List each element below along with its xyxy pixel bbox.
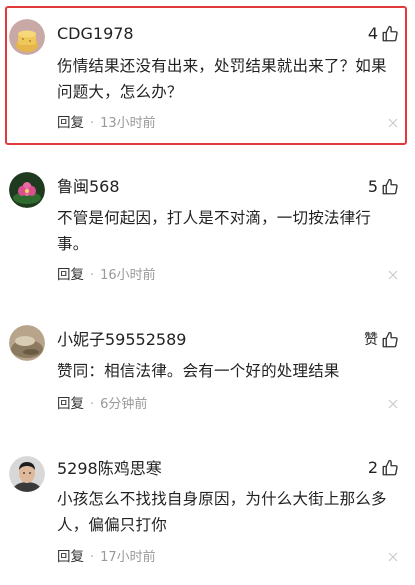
meta-separator: · [90,116,95,131]
like-button[interactable]: 2 [368,458,399,478]
reply-button[interactable]: 回复 [57,396,84,412]
thumbs-up-icon [381,178,399,196]
comment-text: 伤情结果还没有出来，处罚结果就出来了？如果问题大，怎么办？ [57,57,387,101]
comment-time: 16小时前 [100,268,156,283]
avatar[interactable] [9,325,45,361]
comment-username[interactable]: CDG1978 [57,24,134,44]
meta-separator: · [90,397,95,412]
comment-time: 13小时前 [100,116,156,131]
comment-item: 鲁闽568 5 不管是何起因，打人是不对滴，一切按法律行事。 回复 · 16小时前 [0,150,415,295]
avatar[interactable] [9,19,45,55]
comment-meta: 回复 · 17小时前 [57,548,156,567]
meta-separator: · [90,268,95,283]
comment-item: 小妮子59552589 赞 赞同：相信法律。会有一个好的处理结果 回复 · 6分钟前 [0,295,415,420]
thumbs-up-icon [381,459,399,477]
comment-item: 5298陈鸡思寒 2 小孩怎么不找找自身原因，为什么大街上那么多人，偏偏只打你 … [0,420,415,585]
comment-time: 6分钟前 [100,397,148,412]
close-icon[interactable] [388,118,398,128]
close-icon[interactable] [388,399,398,409]
reply-button[interactable]: 回复 [57,115,84,131]
comment-username[interactable]: 小妮子59552589 [57,330,186,350]
like-button[interactable]: 4 [368,24,399,44]
comment-text: 赞同：相信法律。会有一个好的处理结果 [57,362,340,380]
like-button[interactable]: 5 [368,177,399,197]
comment-item: CDG1978 4 伤情结果还没有出来，处罚结果就出来了？如果问题大，怎么办？ … [0,0,415,150]
comment-username[interactable]: 鲁闽568 [57,177,120,197]
comment-meta: 回复 · 13小时前 [57,114,156,133]
close-icon[interactable] [388,552,398,562]
thumbs-up-icon [381,331,399,349]
like-count: 2 [367,458,378,477]
like-button[interactable]: 赞 [364,330,399,350]
reply-button[interactable]: 回复 [57,267,84,283]
comment-meta: 回复 · 16小时前 [57,266,156,285]
comment-username[interactable]: 5298陈鸡思寒 [57,459,162,479]
avatar[interactable] [9,456,45,492]
comment-time: 17小时前 [100,550,156,565]
thumbs-up-icon [381,25,399,43]
reply-button[interactable]: 回复 [57,549,84,565]
comment-text: 小孩怎么不找找自身原因，为什么大街上那么多人，偏偏只打你 [57,490,387,534]
comment-meta: 回复 · 6分钟前 [57,395,147,414]
like-count: 赞 [364,332,378,348]
like-count: 5 [367,177,378,196]
meta-separator: · [90,550,95,565]
avatar[interactable] [9,172,45,208]
like-count: 4 [367,24,378,43]
close-icon[interactable] [388,270,398,280]
comment-text: 不管是何起因，打人是不对滴，一切按法律行事。 [57,209,372,253]
